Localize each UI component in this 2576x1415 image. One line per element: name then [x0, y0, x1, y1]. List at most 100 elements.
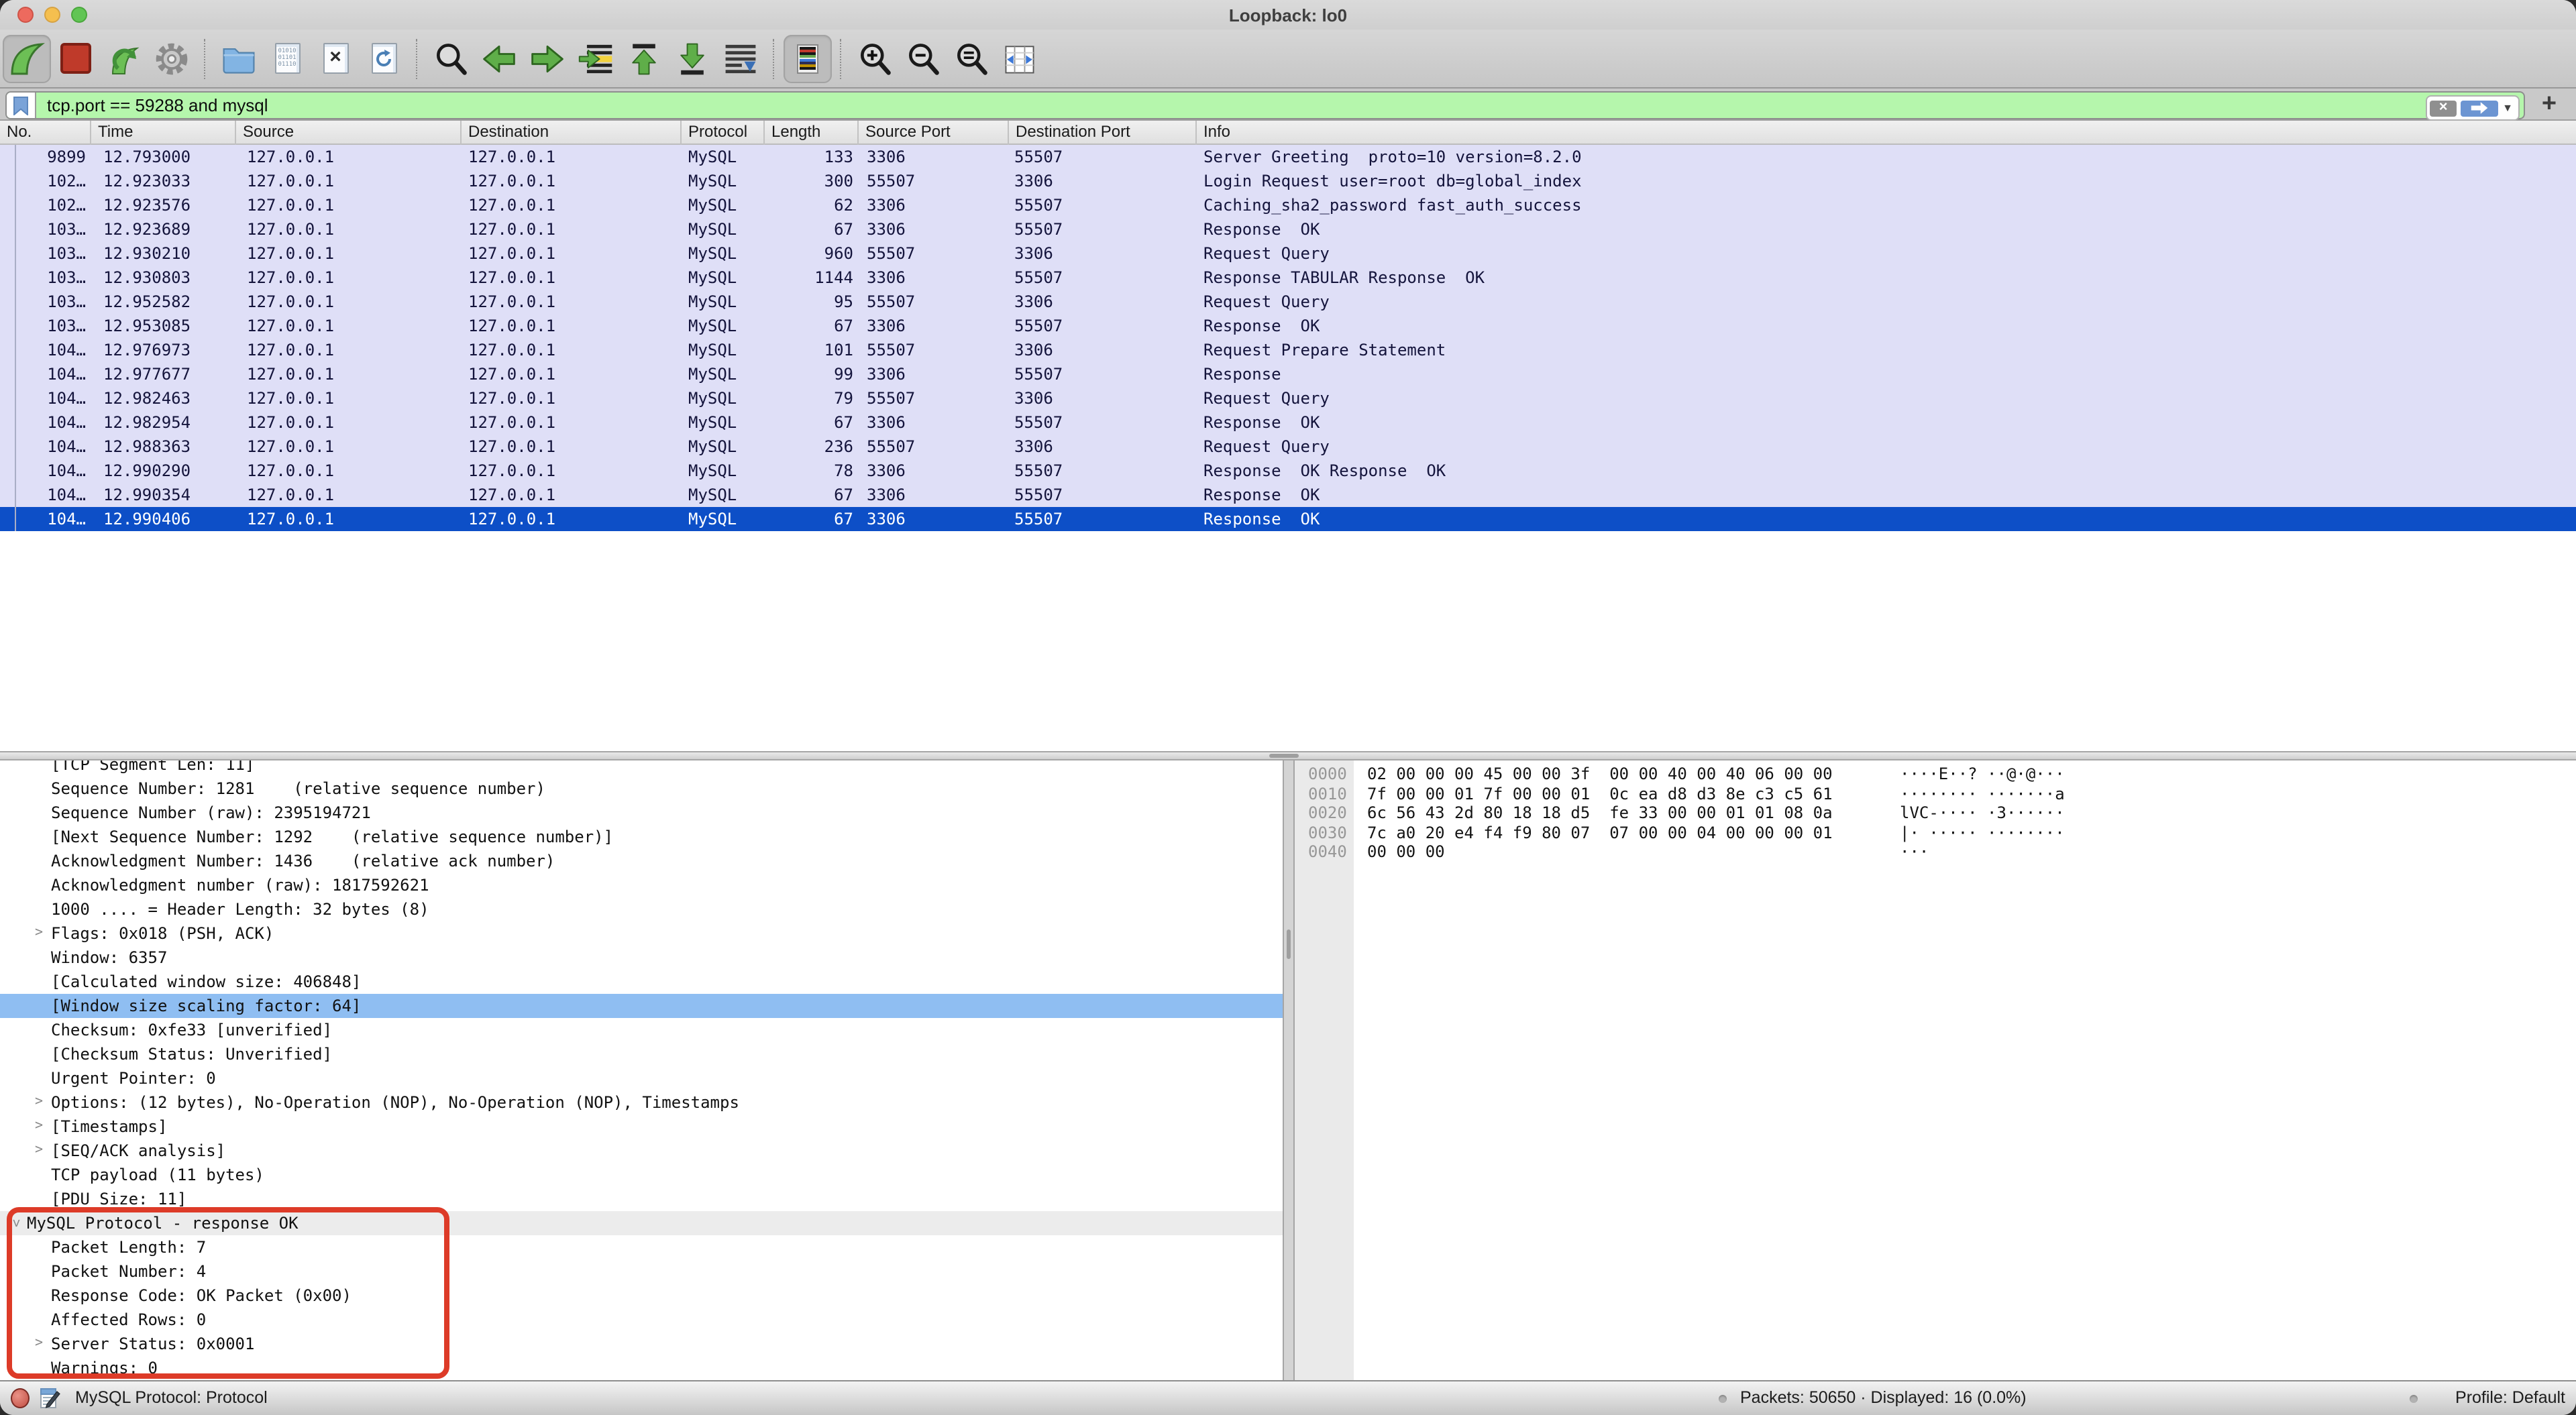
packet-row[interactable]: 104…12.977677127.0.0.1127.0.0.1MySQL9933…: [0, 362, 2576, 386]
column-header-destination-port[interactable]: Destination Port: [1009, 121, 1197, 145]
detail-line[interactable]: Urgent Pointer: 0: [0, 1066, 1283, 1090]
detail-line[interactable]: Packet Length: 7: [0, 1235, 1283, 1259]
packet-row[interactable]: 989912.793000127.0.0.1127.0.0.1MySQL1333…: [0, 145, 2576, 169]
detail-line[interactable]: TCP payload (11 bytes): [0, 1163, 1283, 1187]
packet-row[interactable]: 104…12.982954127.0.0.1127.0.0.1MySQL6733…: [0, 410, 2576, 435]
toolbar-zoom-out-button[interactable]: [899, 34, 947, 82]
zoom-in-icon: [856, 40, 894, 77]
packet-row[interactable]: 104…12.990290127.0.0.1127.0.0.1MySQL7833…: [0, 459, 2576, 483]
display-filter-input[interactable]: tcp.port == 59288 and mysql × ▼: [5, 91, 2525, 119]
title-bar[interactable]: Loopback: lo0: [0, 0, 2576, 30]
filter-bookmark-button[interactable]: [7, 93, 36, 118]
hex-row[interactable]: 00206c 56 43 2d 80 18 18 d5 fe 33 00 00 …: [1295, 803, 2576, 823]
toolbar-save-file-button[interactable]: 010100110101110: [263, 34, 311, 82]
column-header-source[interactable]: Source: [236, 121, 462, 145]
packet-row[interactable]: 102…12.923033127.0.0.1127.0.0.1MySQL3005…: [0, 169, 2576, 193]
detail-line[interactable]: [Calculated window size: 406848]: [0, 970, 1283, 994]
detail-line[interactable]: Response Code: OK Packet (0x00): [0, 1284, 1283, 1308]
detail-line[interactable]: Acknowledgment number (raw): 1817592621: [0, 873, 1283, 897]
detail-line[interactable]: Sequence Number: 1281 (relative sequence…: [0, 777, 1283, 801]
toolbar-start-capture-button[interactable]: [3, 34, 51, 82]
column-header-no[interactable]: No.: [0, 121, 91, 145]
hex-row[interactable]: 00107f 00 00 01 7f 00 00 01 0c ea d8 d3 …: [1295, 784, 2576, 803]
column-header-source-port[interactable]: Source Port: [859, 121, 1009, 145]
packet-row[interactable]: 104…12.982463127.0.0.1127.0.0.1MySQL7955…: [0, 386, 2576, 410]
detail-line[interactable]: >Options: (12 bytes), No-Operation (NOP)…: [0, 1090, 1283, 1115]
detail-line[interactable]: Acknowledgment Number: 1436 (relative ac…: [0, 849, 1283, 873]
detail-line[interactable]: Window: 6357: [0, 946, 1283, 970]
detail-line[interactable]: 1000 .... = Header Length: 32 bytes (8): [0, 897, 1283, 921]
packet-row[interactable]: 104…12.988363127.0.0.1127.0.0.1MySQL2365…: [0, 435, 2576, 459]
packet-row[interactable]: 103…12.923689127.0.0.1127.0.0.1MySQL6733…: [0, 217, 2576, 241]
hex-row[interactable]: 00307c a0 20 e4 f4 f9 80 07 07 00 00 04 …: [1295, 823, 2576, 842]
packet-list[interactable]: 989912.793000127.0.0.1127.0.0.1MySQL1333…: [0, 145, 2576, 751]
detail-line[interactable]: [Checksum Status: Unverified]: [0, 1042, 1283, 1066]
detail-line[interactable]: >MySQL Protocol - response OK: [0, 1211, 1283, 1235]
packet-row[interactable]: 103…12.952582127.0.0.1127.0.0.1MySQL9555…: [0, 290, 2576, 314]
detail-line[interactable]: [TCP Segment Len: 11]: [0, 760, 1283, 777]
toolbar-restart-capture-button[interactable]: [99, 34, 148, 82]
filter-add-button[interactable]: +: [2533, 89, 2565, 121]
chevron-right-icon[interactable]: >: [31, 1090, 47, 1115]
packet-row[interactable]: 103…12.930210127.0.0.1127.0.0.1MySQL9605…: [0, 241, 2576, 266]
hex-row[interactable]: 004000 00 00···: [1295, 842, 2576, 862]
detail-line[interactable]: >Server Status: 0x0001: [0, 1332, 1283, 1356]
detail-line-text: Acknowledgment Number: 1436 (relative ac…: [51, 852, 555, 870]
chevron-right-icon[interactable]: >: [31, 921, 47, 946]
detail-line[interactable]: >[SEQ/ACK analysis]: [0, 1139, 1283, 1163]
packet-detail-pane[interactable]: [TCP Segment Len: 11]Sequence Number: 12…: [0, 760, 1283, 1380]
toolbar-resize-columns-button[interactable]: [996, 34, 1044, 82]
toolbar-close-file-button[interactable]: ×: [311, 34, 360, 82]
column-header-destination[interactable]: Destination: [462, 121, 682, 145]
column-header-length[interactable]: Length: [765, 121, 859, 145]
detail-line[interactable]: >Flags: 0x018 (PSH, ACK): [0, 921, 1283, 946]
detail-line[interactable]: Affected Rows: 0: [0, 1308, 1283, 1332]
detail-line[interactable]: Checksum: 0xfe33 [unverified]: [0, 1018, 1283, 1042]
statusbar-profile-text[interactable]: Profile: Default: [2455, 1381, 2565, 1415]
detail-line-text: TCP payload (11 bytes): [51, 1166, 264, 1184]
toolbar-reload-file-button[interactable]: [360, 34, 408, 82]
detail-line[interactable]: Warnings: 0: [0, 1356, 1283, 1380]
toolbar-colorize-packets-button[interactable]: [784, 34, 832, 82]
packet-row[interactable]: 103…12.953085127.0.0.1127.0.0.1MySQL6733…: [0, 314, 2576, 338]
filter-clear-button[interactable]: ×: [2430, 100, 2457, 116]
packet-row[interactable]: 104…12.990354127.0.0.1127.0.0.1MySQL6733…: [0, 483, 2576, 507]
chevron-right-icon[interactable]: >: [31, 1139, 47, 1163]
toolbar-capture-options-button[interactable]: [148, 34, 196, 82]
toolbar-stop-capture-button[interactable]: [51, 34, 99, 82]
toolbar-auto-scroll-button[interactable]: [716, 34, 765, 82]
horizontal-splitter[interactable]: [0, 751, 2576, 760]
chevron-down-icon[interactable]: >: [3, 1215, 27, 1231]
toolbar-zoom-in-button[interactable]: [851, 34, 899, 82]
detail-line[interactable]: Packet Number: 4: [0, 1259, 1283, 1284]
chevron-right-icon[interactable]: >: [31, 1332, 47, 1356]
capture-comment-icon[interactable]: [40, 1387, 60, 1414]
packet-row[interactable]: 103…12.930803127.0.0.1127.0.0.1MySQL1144…: [0, 266, 2576, 290]
column-header-protocol[interactable]: Protocol: [682, 121, 765, 145]
toolbar-find-packet-button[interactable]: [427, 34, 475, 82]
toolbar-go-to-packet-button[interactable]: [572, 34, 620, 82]
detail-line[interactable]: [Next Sequence Number: 1292 (relative se…: [0, 825, 1283, 849]
detail-line[interactable]: [Window size scaling factor: 64]: [0, 994, 1283, 1018]
packet-row[interactable]: 102…12.923576127.0.0.1127.0.0.1MySQL6233…: [0, 193, 2576, 217]
toolbar-go-last-button[interactable]: [668, 34, 716, 82]
toolbar-go-first-button[interactable]: [620, 34, 668, 82]
detail-line[interactable]: >[Timestamps]: [0, 1115, 1283, 1139]
expert-info-icon[interactable]: [11, 1388, 30, 1408]
column-header-time[interactable]: Time: [91, 121, 236, 145]
detail-line[interactable]: Sequence Number (raw): 2395194721: [0, 801, 1283, 825]
detail-line[interactable]: [PDU Size: 11]: [0, 1187, 1283, 1211]
vertical-splitter[interactable]: [1283, 760, 1295, 1380]
filter-dropdown-arrow[interactable]: ▼: [2502, 102, 2513, 114]
packet-bytes-pane[interactable]: 000002 00 00 00 45 00 00 3f 00 00 40 00 …: [1295, 760, 2576, 1380]
toolbar-zoom-original-button[interactable]: [947, 34, 996, 82]
toolbar-open-file-button[interactable]: [215, 34, 263, 82]
chevron-right-icon[interactable]: >: [31, 1115, 47, 1139]
filter-apply-button[interactable]: [2461, 100, 2498, 116]
hex-row[interactable]: 000002 00 00 00 45 00 00 3f 00 00 40 00 …: [1295, 765, 2576, 784]
packet-row[interactable]: 104…12.990406127.0.0.1127.0.0.1MySQL6733…: [0, 507, 2576, 531]
toolbar-go-forward-button[interactable]: [523, 34, 572, 82]
packet-row[interactable]: 104…12.976973127.0.0.1127.0.0.1MySQL1015…: [0, 338, 2576, 362]
column-header-info[interactable]: Info: [1197, 121, 2576, 145]
toolbar-go-back-button[interactable]: [475, 34, 523, 82]
